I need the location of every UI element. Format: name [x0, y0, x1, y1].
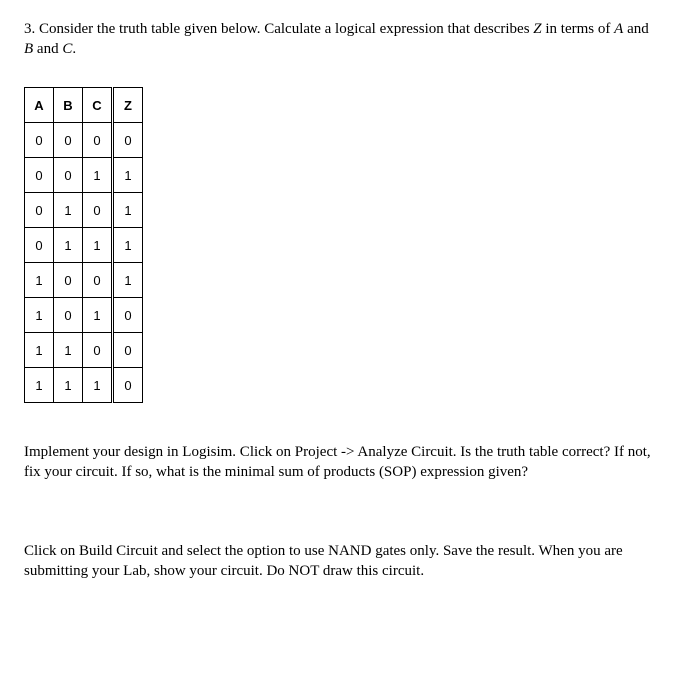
cell: 0 [25, 193, 54, 228]
cell: 1 [83, 298, 113, 333]
table-row: 1 1 0 0 [25, 333, 143, 368]
cell: 1 [83, 368, 113, 403]
cell: 1 [25, 298, 54, 333]
cell: 0 [25, 228, 54, 263]
instruction-para-1: Implement your design in Logisim. Click … [24, 443, 652, 482]
question-prompt: 3. Consider the truth table given below.… [24, 20, 652, 59]
period: . [72, 41, 76, 57]
table-row: 0 0 1 1 [25, 158, 143, 193]
table-body: 0 0 0 0 0 0 1 1 0 1 0 1 0 1 1 1 1 0 0 1 [25, 123, 143, 403]
cell: 1 [83, 158, 113, 193]
col-header-z: Z [113, 88, 143, 123]
cell: 0 [113, 368, 143, 403]
cell: 1 [54, 333, 83, 368]
cell: 0 [54, 158, 83, 193]
table-row: 0 1 1 1 [25, 228, 143, 263]
cell: 0 [113, 298, 143, 333]
cell: 0 [25, 123, 54, 158]
cell: 1 [113, 193, 143, 228]
and-1: and [623, 21, 648, 37]
cell: 0 [54, 263, 83, 298]
cell: 1 [113, 158, 143, 193]
var-b: B [24, 41, 33, 57]
question-number: 3. [24, 21, 35, 37]
cell: 1 [25, 333, 54, 368]
table-header-row: A B C Z [25, 88, 143, 123]
cell: 0 [54, 298, 83, 333]
col-header-a: A [25, 88, 54, 123]
cell: 1 [113, 228, 143, 263]
table-row: 0 0 0 0 [25, 123, 143, 158]
cell: 0 [113, 333, 143, 368]
cell: 0 [113, 123, 143, 158]
cell: 0 [54, 123, 83, 158]
question-text-2: in terms of [542, 21, 615, 37]
truth-table: A B C Z 0 0 0 0 0 0 1 1 0 1 0 1 0 1 1 1 [24, 87, 143, 403]
instruction-para-2: Click on Build Circuit and select the op… [24, 542, 652, 581]
table-row: 1 1 1 0 [25, 368, 143, 403]
table-row: 1 0 0 1 [25, 263, 143, 298]
cell: 0 [83, 333, 113, 368]
cell: 1 [54, 368, 83, 403]
cell: 0 [83, 123, 113, 158]
cell: 1 [83, 228, 113, 263]
table-row: 1 0 1 0 [25, 298, 143, 333]
question-text-1: Consider the truth table given below. Ca… [39, 21, 533, 37]
cell: 0 [25, 158, 54, 193]
and-2: and [33, 41, 62, 57]
cell: 1 [54, 193, 83, 228]
cell: 1 [25, 368, 54, 403]
var-z: Z [533, 21, 541, 37]
cell: 1 [54, 228, 83, 263]
table-row: 0 1 0 1 [25, 193, 143, 228]
cell: 1 [113, 263, 143, 298]
var-a: A [614, 21, 623, 37]
var-c: C [62, 41, 72, 57]
cell: 0 [83, 193, 113, 228]
cell: 1 [25, 263, 54, 298]
cell: 0 [83, 263, 113, 298]
col-header-b: B [54, 88, 83, 123]
col-header-c: C [83, 88, 113, 123]
